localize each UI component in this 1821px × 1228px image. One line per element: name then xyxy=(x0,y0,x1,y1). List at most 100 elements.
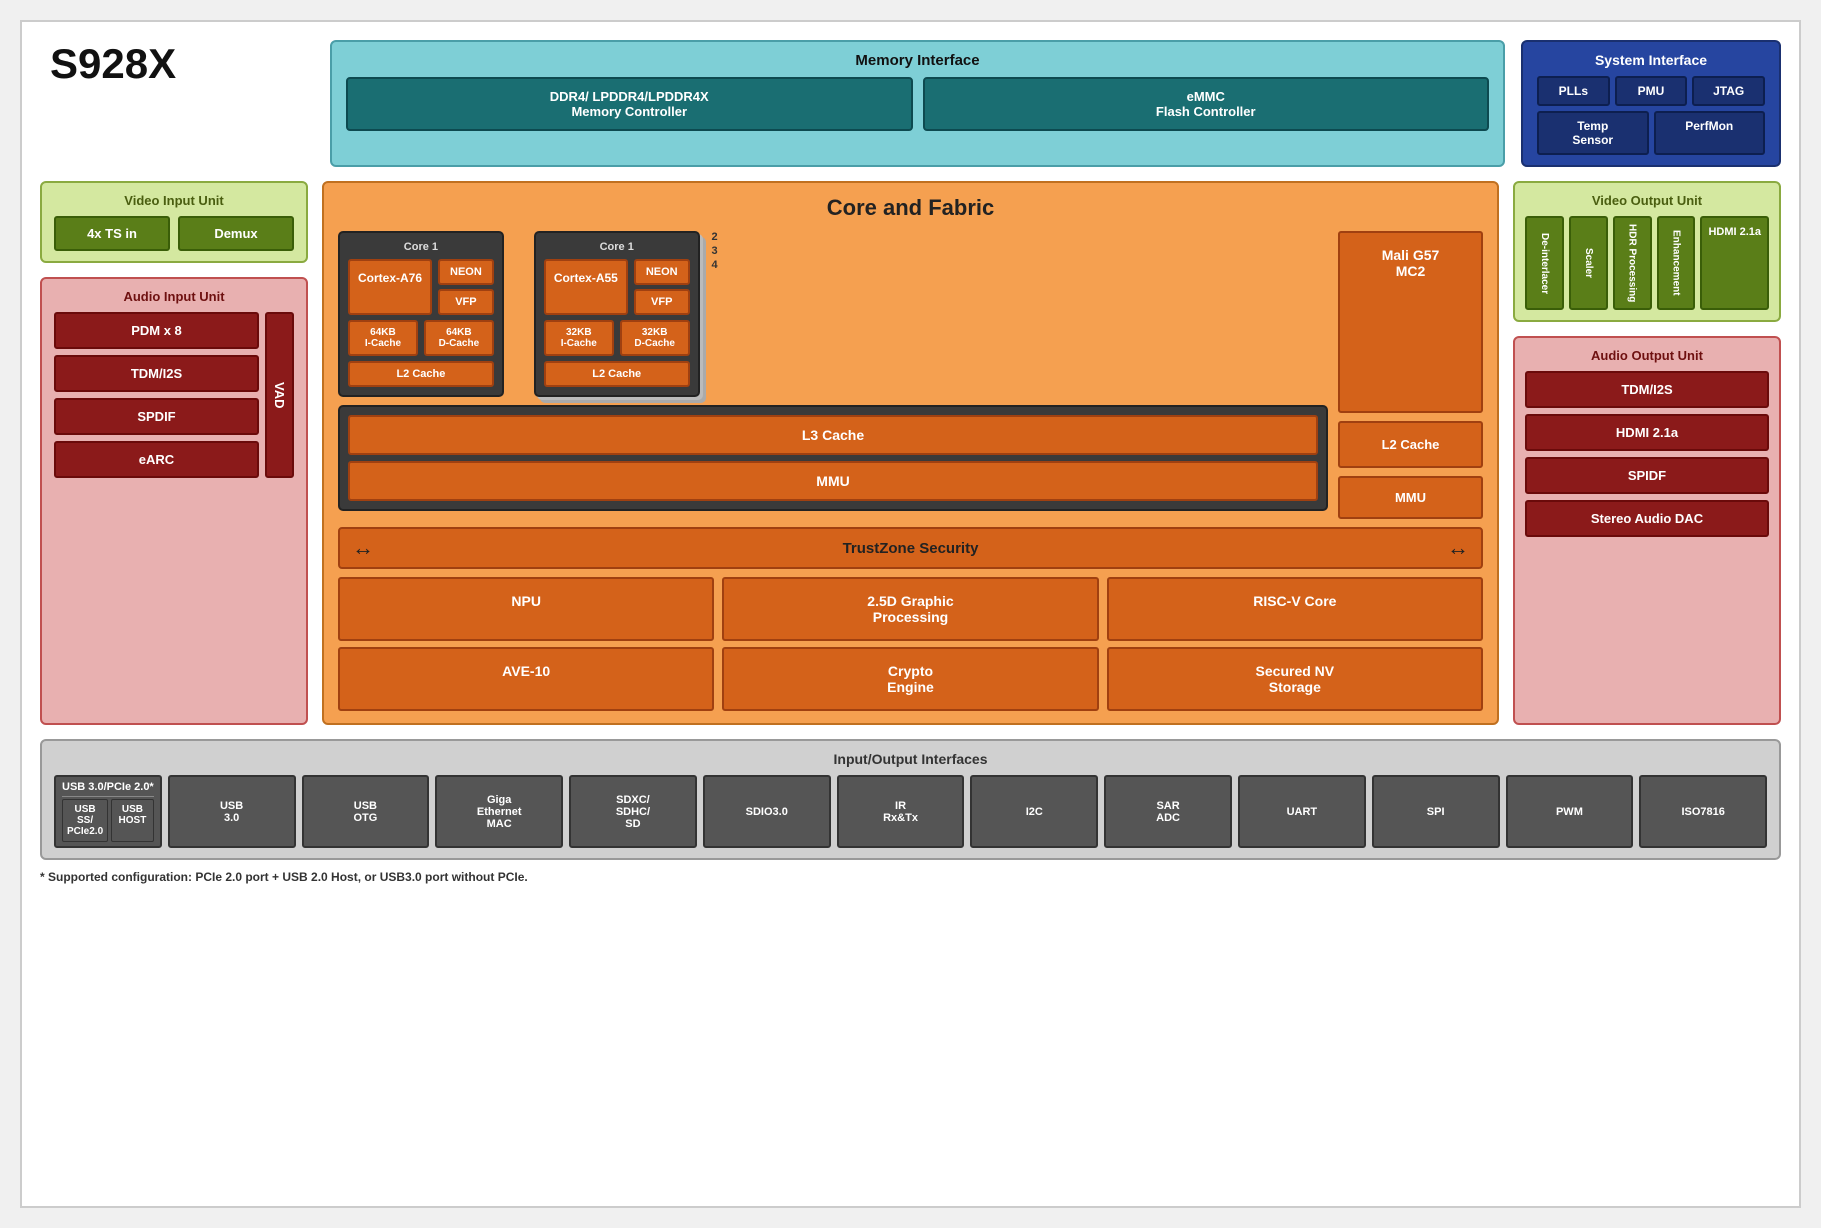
core-cluster-a76: Core 1 Cortex-A76 NEON VFP 64KBI-Cache xyxy=(338,231,504,397)
io-usb-otg: USBOTG xyxy=(302,775,430,848)
clusters-top-row: Core 1 Cortex-A76 NEON VFP 64KBI-Cache xyxy=(338,231,1328,397)
plls-cell: PLLs xyxy=(1537,76,1610,106)
core-fabric-title: Core and Fabric xyxy=(338,195,1483,221)
pmu-cell: PMU xyxy=(1615,76,1688,106)
tz-arrow-right: ↔ xyxy=(1447,535,1469,561)
earc-cell: eARC xyxy=(54,441,259,478)
io-i2c: I2C xyxy=(970,775,1098,848)
neon-vfp-a76: NEON VFP xyxy=(438,259,494,315)
io-sdxc: SDXC/SDHC/SD xyxy=(569,775,697,848)
emmc-controller: eMMCFlash Controller xyxy=(923,77,1490,131)
ao-tdm-cell: TDM/I2S xyxy=(1525,371,1769,408)
io-spi: SPI xyxy=(1372,775,1500,848)
io-usb-pcie: USB 3.0/PCIe 2.0* xyxy=(62,781,154,797)
crypto-cell: CryptoEngine xyxy=(722,647,1098,711)
video-output-title: Video Output Unit xyxy=(1525,193,1769,208)
icache-a76: 64KBI-Cache xyxy=(348,320,418,356)
sys-grid-2: TempSensor PerfMon xyxy=(1537,111,1765,155)
compute-row-1: NPU 2.5D GraphicProcessing RISC-V Core xyxy=(338,577,1483,641)
cortex-a76-cell: Cortex-A76 xyxy=(348,259,432,315)
io-usb-host: USBHOST xyxy=(111,799,154,842)
core-top-row-a55: Cortex-A55 NEON VFP xyxy=(544,259,690,315)
middle-row: Video Input Unit 4x TS in Demux Audio In… xyxy=(40,181,1781,725)
ao-hdmi-cell: HDMI 2.1a xyxy=(1525,414,1769,451)
io-usb-ss: USB SS/PCIe2.0 xyxy=(62,799,108,842)
io-usb30: USB3.0 xyxy=(168,775,296,848)
main-container: S928X Memory Interface DDR4/ LPDDR4/LPDD… xyxy=(20,20,1801,1208)
neon-a76: NEON xyxy=(438,259,494,285)
hdr-cell: HDR Processing xyxy=(1613,216,1652,310)
neon-vfp-a55: NEON VFP xyxy=(634,259,690,315)
compute-row-2: AVE-10 CryptoEngine Secured NVStorage xyxy=(338,647,1483,711)
perfmon-cell: PerfMon xyxy=(1654,111,1766,155)
clusters-and-mali: Core 1 Cortex-A76 NEON VFP 64KBI-Cache xyxy=(338,231,1483,519)
secured-nv-cell: Secured NVStorage xyxy=(1107,647,1483,711)
footnote: * Supported configuration: PCIe 2.0 port… xyxy=(40,870,1781,884)
vfp-a76: VFP xyxy=(438,289,494,315)
left-col: Video Input Unit 4x TS in Demux Audio In… xyxy=(40,181,308,725)
l2-a76: L2 Cache xyxy=(348,361,494,387)
sys-grid: PLLs PMU JTAG xyxy=(1537,76,1765,106)
cortex-a55-cell: Cortex-A55 xyxy=(544,259,628,315)
video-output-box: Video Output Unit De-interlacer Scaler H… xyxy=(1513,181,1781,322)
cluster-stack-wrapper: Core 1 Cortex-A55 NEON VFP 32KBI-Ca xyxy=(534,231,700,397)
core-fabric-box: Core and Fabric Core 1 Cortex-A76 NEON V… xyxy=(322,181,1499,725)
l3-mmu-box: L3 Cache MMU xyxy=(338,405,1328,511)
stack-num-4: 4 xyxy=(712,259,718,271)
ai-grid: PDM x 8 TDM/I2S SPDIF eARC VAD xyxy=(54,312,294,478)
vad-cell: VAD xyxy=(265,312,294,478)
cluster-label-a76: Core 1 xyxy=(348,241,494,253)
npu-cell: NPU xyxy=(338,577,714,641)
io-row: USB 3.0/PCIe 2.0* USB SS/PCIe2.0 USBHOST… xyxy=(54,775,1767,848)
audio-input-title: Audio Input Unit xyxy=(54,289,294,304)
deinterlacer-cell: De-interlacer xyxy=(1525,216,1564,310)
neon-a55: NEON xyxy=(634,259,690,285)
hdmi-cell: HDMI 2.1a xyxy=(1700,216,1769,310)
stack-num-2: 2 xyxy=(712,231,718,243)
video-input-box: Video Input Unit 4x TS in Demux xyxy=(40,181,308,263)
io-sdio: SDIO3.0 xyxy=(703,775,831,848)
video-input-title: Video Input Unit xyxy=(54,193,294,208)
cache-row-a76: 64KBI-Cache 64KBD-Cache xyxy=(348,320,494,356)
ddr-controller: DDR4/ LPDDR4/LPDDR4XMemory Controller xyxy=(346,77,913,131)
stack-num-3: 3 xyxy=(712,245,718,257)
icache-a55: 32KBI-Cache xyxy=(544,320,614,356)
temp-sensor-cell: TempSensor xyxy=(1537,111,1649,155)
trustzone-row: ↔ TrustZone Security ↔ xyxy=(338,527,1483,569)
right-col: Video Output Unit De-interlacer Scaler H… xyxy=(1513,181,1781,725)
graphic-cell: 2.5D GraphicProcessing xyxy=(722,577,1098,641)
l2-mali-cell: L2 Cache xyxy=(1338,421,1483,468)
io-iso7816: ISO7816 xyxy=(1639,775,1767,848)
audio-input-box: Audio Input Unit PDM x 8 TDM/I2S SPDIF e… xyxy=(40,277,308,725)
demux-cell: Demux xyxy=(178,216,294,251)
jtag-cell: JTAG xyxy=(1692,76,1765,106)
io-giga-ethernet: GigaEthernetMAC xyxy=(435,775,563,848)
io-section: Input/Output Interfaces USB 3.0/PCIe 2.0… xyxy=(40,739,1781,860)
top-row: Memory Interface DDR4/ LPDDR4/LPDDR4XMem… xyxy=(330,40,1781,167)
vo-row: De-interlacer Scaler HDR Processing Enha… xyxy=(1525,216,1769,310)
mmu-mali-cell: MMU xyxy=(1338,476,1483,519)
ao-spidf-cell: SPIDF xyxy=(1525,457,1769,494)
pdm-cell: PDM x 8 xyxy=(54,312,259,349)
mali-right: Mali G57MC2 L2 Cache MMU xyxy=(1338,231,1483,519)
ao-stereo-cell: Stereo Audio DAC xyxy=(1525,500,1769,537)
ai-left: PDM x 8 TDM/I2S SPDIF eARC xyxy=(54,312,259,478)
io-uart: UART xyxy=(1238,775,1366,848)
system-interface-title: System Interface xyxy=(1537,52,1765,68)
cache-row-a55: 32KBI-Cache 32KBD-Cache xyxy=(544,320,690,356)
chip-title: S928X xyxy=(50,40,176,88)
memory-interface-title: Memory Interface xyxy=(346,52,1489,69)
clusters-left: Core 1 Cortex-A76 NEON VFP 64KBI-Cache xyxy=(338,231,1328,519)
enhancement-cell: Enhancement xyxy=(1657,216,1696,310)
mmu-cell: MMU xyxy=(348,461,1318,501)
dcache-a76: 64KBD-Cache xyxy=(424,320,494,356)
io-ir: IRRx&Tx xyxy=(837,775,965,848)
trustzone-text: TrustZone Security xyxy=(382,540,1439,557)
io-sub-row: USB SS/PCIe2.0 USBHOST xyxy=(62,799,154,842)
risc-v-cell: RISC-V Core xyxy=(1107,577,1483,641)
audio-output-title: Audio Output Unit xyxy=(1525,348,1769,363)
tz-arrow-left: ↔ xyxy=(352,535,374,561)
vfp-a55: VFP xyxy=(634,289,690,315)
io-pwm: PWM xyxy=(1506,775,1634,848)
cluster-label-a55: Core 1 xyxy=(544,241,690,253)
